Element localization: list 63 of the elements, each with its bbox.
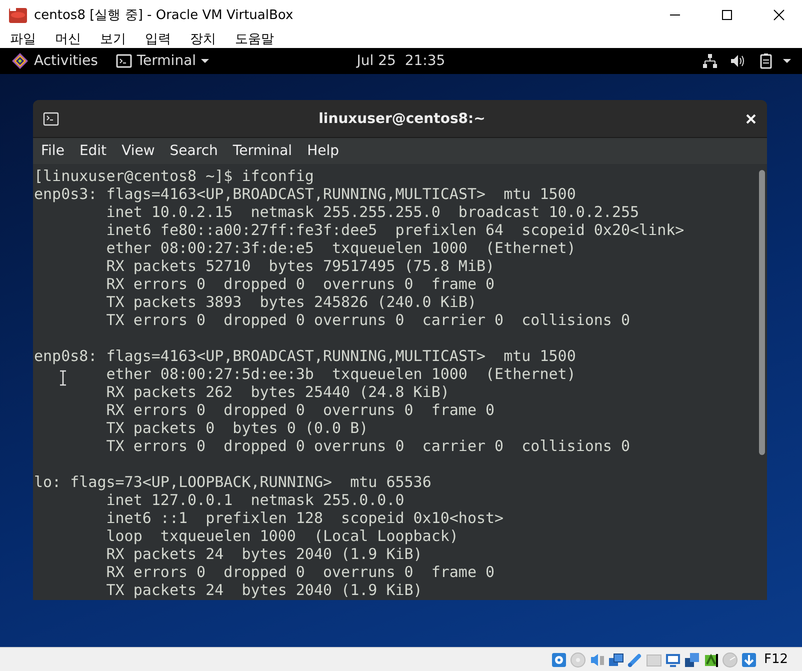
display-icon	[664, 652, 681, 668]
terminal-icon	[43, 112, 59, 126]
optical-disc-icon	[570, 652, 586, 668]
caret-icon	[782, 56, 792, 66]
audio-icon	[588, 652, 605, 668]
battery-icon	[758, 53, 774, 69]
menu-item[interactable]: 파일	[10, 30, 36, 48]
caret-icon	[200, 56, 210, 66]
terminal-line: RX errors 0 dropped 0 overruns 0 frame 0	[106, 563, 495, 581]
terminal-line: RX errors 0 dropped 0 overruns 0 frame 0	[106, 275, 495, 293]
menu-item[interactable]: 장치	[190, 30, 216, 48]
menu-item[interactable]: Search	[170, 143, 218, 159]
close-icon[interactable]	[745, 112, 757, 124]
scrollbar-thumb[interactable]	[759, 170, 765, 455]
menu-item[interactable]: 도움말	[235, 30, 274, 48]
close-icon	[773, 9, 785, 21]
shared-folder-icon	[646, 652, 662, 668]
terminal-line: [linuxuser@centos8 ~]$ ifconfig	[34, 167, 314, 185]
terminal-line: inet6 ::1 prefixlen 128 scopeid 0x10<host>	[106, 509, 504, 527]
volume-icon	[730, 53, 746, 69]
centos-logo-icon	[12, 53, 28, 69]
terminal-line: inet 10.0.2.15 netmask 255.255.255.0 broadcast 10.0.2.255	[106, 203, 640, 221]
terminal-line: TX errors 0 dropped 0 overruns 0 carrier 0 collisions 0	[106, 311, 630, 329]
terminal-line: loop txqueuelen 1000 (Local Loopback)	[106, 527, 458, 545]
usb-icon	[626, 652, 643, 668]
menu-item[interactable]: 보기	[100, 30, 126, 48]
host-key-label: F12	[764, 652, 788, 667]
terminal-line: inet6 fe80::a00:27ff:fe3f:dee5 prefixlen 64 scopeid 0x20<link>	[106, 221, 684, 239]
windows-icon	[684, 652, 700, 668]
terminal-line: RX packets 52710 bytes 79517495 (75.8 MiB)	[106, 257, 495, 275]
network-icon	[608, 652, 624, 668]
menu-item[interactable]: Terminal	[232, 143, 292, 159]
network-icon	[702, 53, 718, 69]
menu-item[interactable]: 머신	[55, 30, 81, 48]
menu-item[interactable]: File	[41, 143, 64, 159]
text-cursor-icon	[59, 370, 67, 386]
activities-button[interactable]: Activities	[34, 53, 98, 69]
menu-item[interactable]: Edit	[79, 143, 107, 159]
terminal-line: inet 127.0.0.1 netmask 255.0.0.0	[106, 491, 404, 509]
app-menu-button[interactable]: Terminal	[136, 53, 196, 69]
terminal-line: TX errors 0 dropped 0 overruns 0 carrier 0 collisions 0	[106, 437, 630, 455]
terminal-line: RX errors 0 dropped 0 overruns 0 frame 0	[106, 401, 495, 419]
window-title: centos8 [실행 중] - Oracle VM VirtualBox	[34, 7, 294, 24]
terminal-line: TX packets 0 bytes 0 (0.0 B)	[106, 419, 368, 437]
terminal-line: RX packets 262 bytes 25440 (24.8 KiB)	[106, 383, 450, 401]
terminal-line: TX packets 24 bytes 2040 (1.9 KiB)	[106, 581, 422, 599]
clock[interactable]: Jul 25 21:35	[351, 53, 451, 69]
terminal-line: ether 08:00:27:3f:de:e5 txqueuelen 1000 (Ethernet)	[106, 239, 576, 257]
app-icon	[8, 6, 28, 24]
terminal-line: enp0s8: flags=4163<UP,BROADCAST,RUNNING,MULTICAST> mtu 1500	[34, 347, 576, 365]
menu-item[interactable]: View	[122, 143, 155, 159]
terminal-line: RX packets 24 bytes 2040 (1.9 KiB)	[106, 545, 422, 563]
keyboard-arrow-icon	[740, 652, 757, 668]
terminal-line: TX packets 3893 bytes 245826 (240.0 KiB)	[106, 293, 476, 311]
terminal-title: linuxuser@centos8:~	[318, 110, 486, 126]
menu-item[interactable]: Help	[307, 143, 339, 159]
maximize-icon	[721, 9, 733, 21]
terminal-icon	[116, 53, 132, 69]
menu-item[interactable]: 입력	[145, 30, 171, 48]
terminal-line: enp0s3: flags=4163<UP,BROADCAST,RUNNING,MULTICAST> mtu 1500	[34, 185, 576, 203]
terminal-line: ether 08:00:27:5d:ee:3b txqueuelen 1000 (Ethernet)	[106, 365, 576, 383]
terminal-line: lo: flags=73<UP,LOOPBACK,RUNNING> mtu 65536	[34, 473, 432, 491]
mouse-icon	[722, 652, 738, 668]
